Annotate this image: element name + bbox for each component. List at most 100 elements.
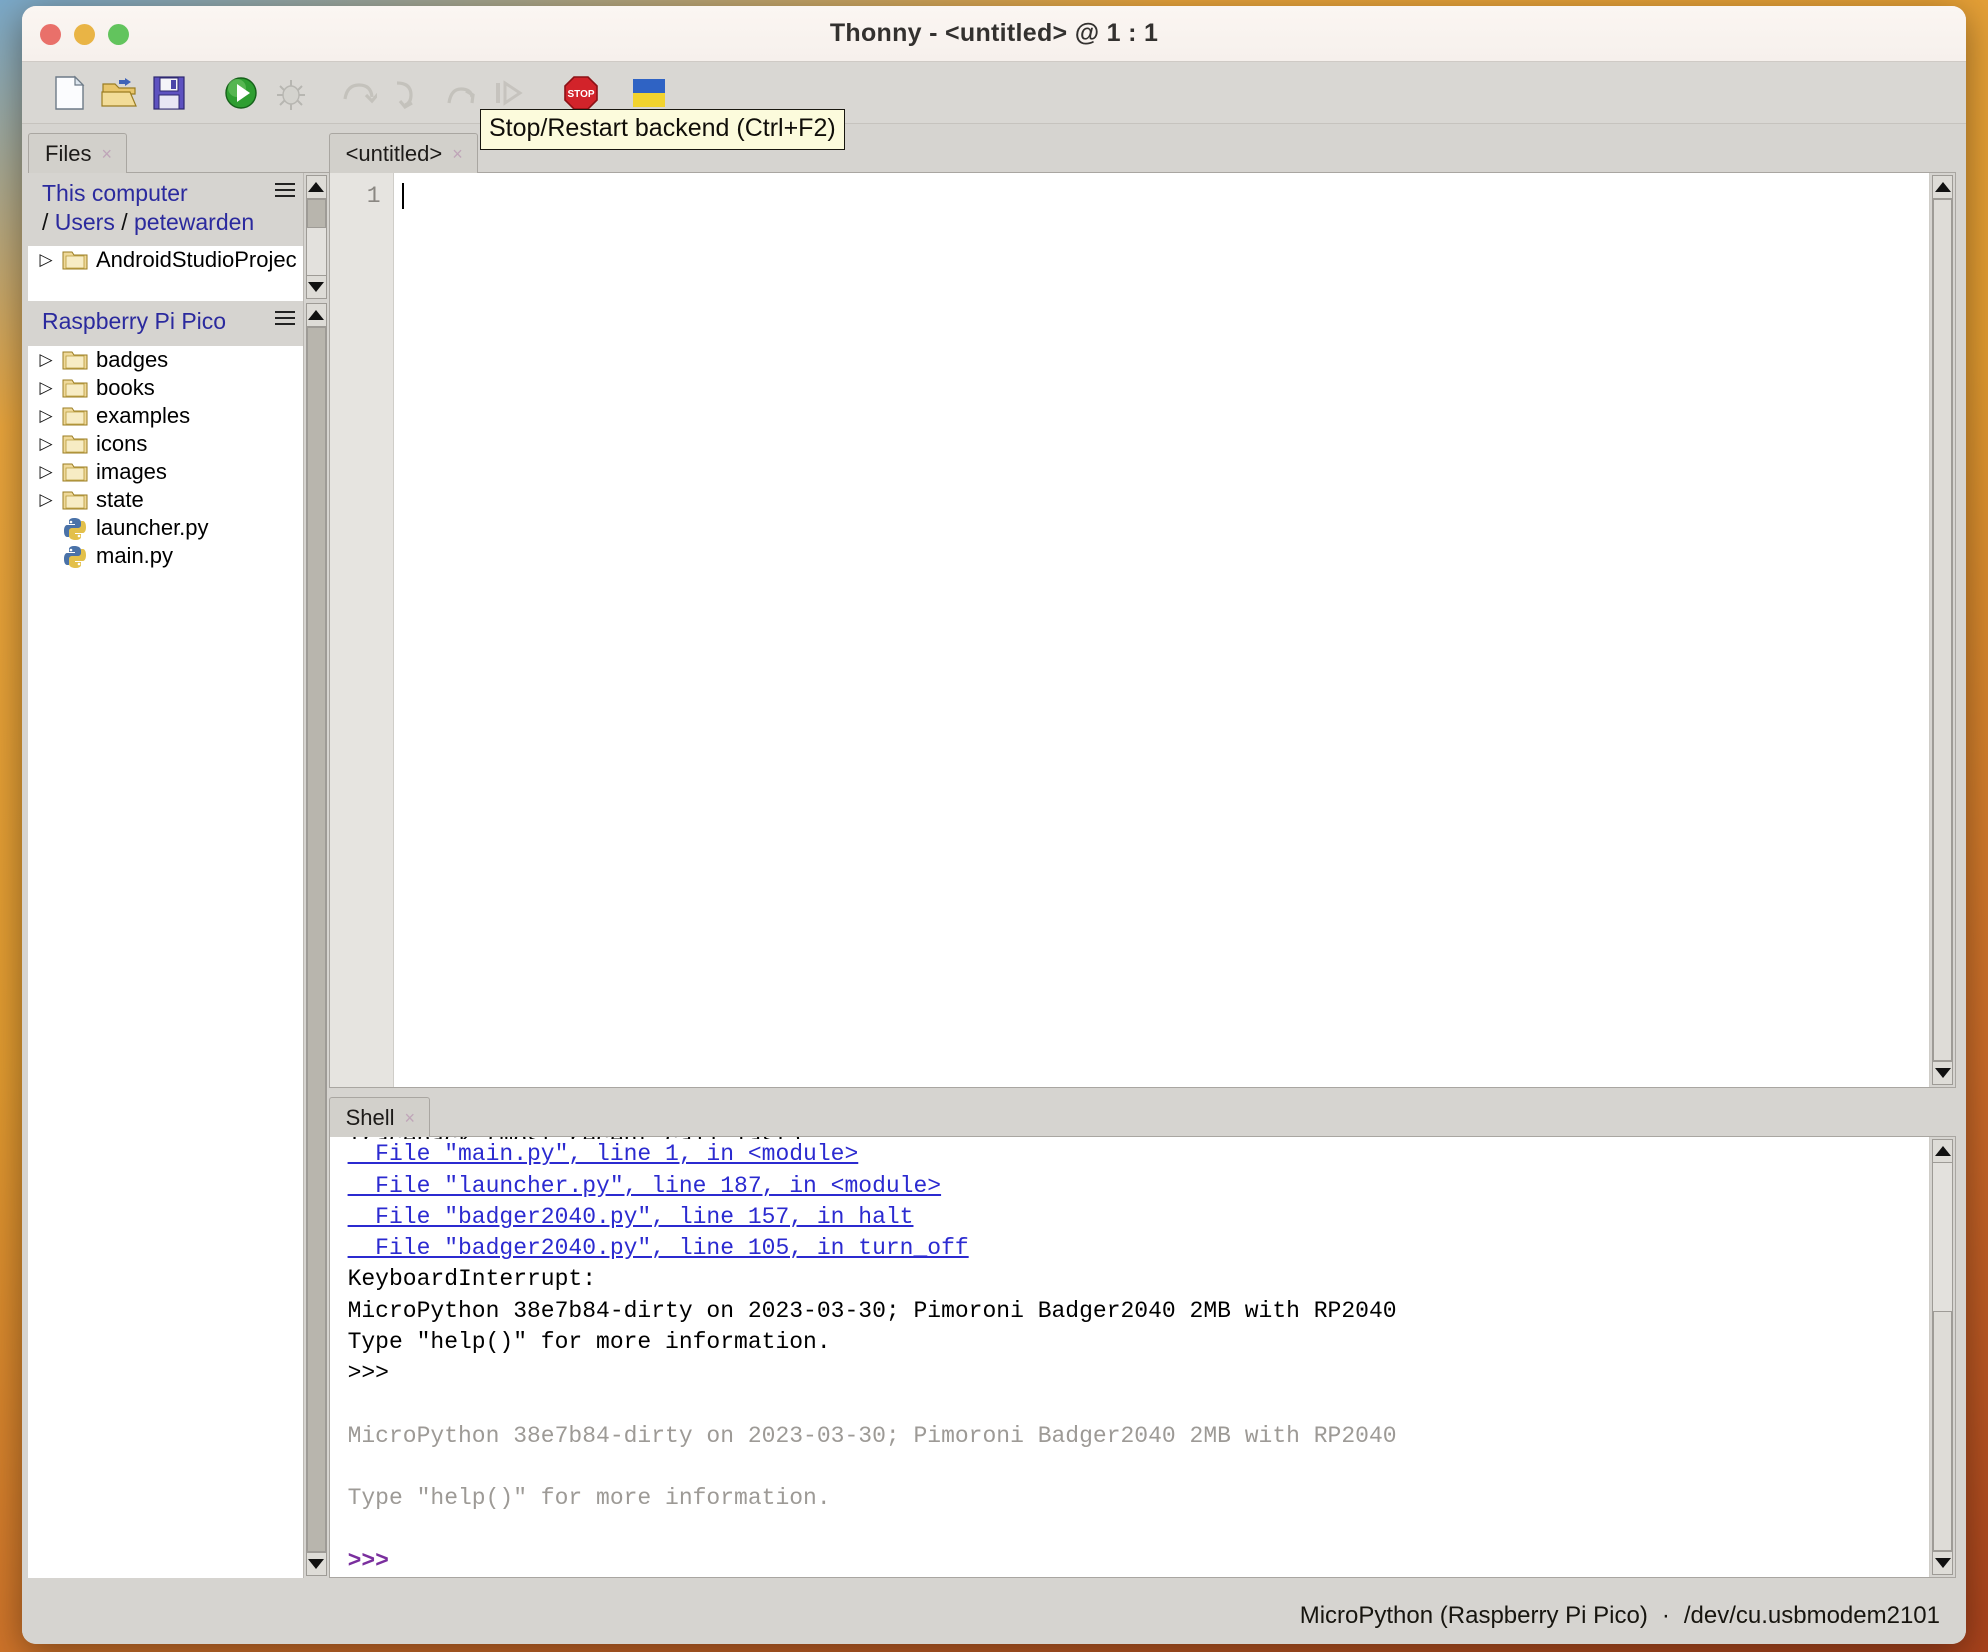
list-item[interactable]: ▷ images bbox=[28, 458, 303, 486]
path-part-petewarden[interactable]: petewarden bbox=[134, 209, 254, 235]
scroll-up-button[interactable] bbox=[1932, 1139, 1953, 1164]
shell-output[interactable]: Traceback (most recent call last): File … bbox=[329, 1137, 1929, 1577]
scroll-thumb[interactable] bbox=[1933, 199, 1952, 1062]
step-over-icon bbox=[343, 82, 377, 103]
list-item[interactable]: ▷ AndroidStudioProjec bbox=[28, 246, 303, 274]
editor-shell-pane: <untitled> × 1 Shell × File "main.py", l… bbox=[328, 124, 1966, 1588]
tab-shell[interactable]: Shell × bbox=[328, 1097, 431, 1138]
path-part-users[interactable]: Users bbox=[55, 209, 115, 235]
scroll-thumb[interactable] bbox=[1933, 1310, 1952, 1551]
tab-untitled-close-icon[interactable]: × bbox=[452, 144, 463, 165]
open-file-button[interactable] bbox=[94, 70, 144, 116]
editor-panel: <untitled> × 1 bbox=[328, 130, 1956, 1089]
tab-untitled[interactable]: <untitled> × bbox=[328, 133, 478, 173]
shell-line: KeyboardInterrupt: bbox=[347, 1266, 597, 1293]
list-item[interactable]: ▷ books bbox=[28, 374, 303, 402]
shell-line[interactable]: File "launcher.py", line 187, in <module… bbox=[348, 1171, 1929, 1202]
resume-icon bbox=[496, 79, 523, 106]
scroll-track[interactable] bbox=[305, 327, 327, 1552]
new-file-button[interactable] bbox=[44, 70, 94, 116]
shell-panel: Shell × Traceback (most recent call last… bbox=[328, 1096, 1956, 1578]
local-files-scrollbar[interactable] bbox=[302, 173, 329, 301]
list-item[interactable]: ▷ examples bbox=[28, 402, 303, 430]
local-menu-button[interactable] bbox=[274, 183, 295, 201]
device-title[interactable]: Raspberry Pi Pico bbox=[42, 307, 226, 336]
scroll-up-button[interactable] bbox=[1932, 175, 1953, 199]
step-out-icon bbox=[447, 86, 475, 103]
thonny-window: Thonny - <untitled> @ 1 : 1 STOP Files ×… bbox=[22, 6, 1966, 1644]
tab-files[interactable]: Files × bbox=[28, 133, 127, 173]
folder-icon bbox=[62, 461, 88, 483]
folder-icon bbox=[62, 489, 88, 511]
files-content: This computer / Users / petewarden ▷ And… bbox=[28, 172, 329, 1578]
expand-triangle-icon[interactable]: ▷ bbox=[38, 378, 54, 398]
tab-files-close-icon[interactable]: × bbox=[101, 144, 112, 165]
shell-scrollbar[interactable] bbox=[1929, 1137, 1955, 1577]
step-over-button[interactable] bbox=[334, 70, 384, 116]
debug-bug-icon bbox=[277, 79, 305, 110]
editor-text-area[interactable] bbox=[393, 173, 1929, 1088]
shell-line[interactable]: File "badger2040.py", line 105, in turn_… bbox=[348, 1233, 1929, 1264]
editor-gutter: 1 bbox=[329, 173, 394, 1088]
scroll-up-button[interactable] bbox=[305, 175, 327, 199]
minimize-button[interactable] bbox=[74, 24, 95, 45]
tab-untitled-label: <untitled> bbox=[345, 141, 443, 166]
expand-triangle-icon[interactable]: ▷ bbox=[38, 462, 54, 482]
list-item[interactable]: ▷ badges bbox=[28, 346, 303, 374]
local-title[interactable]: This computer bbox=[42, 179, 254, 208]
scroll-down-button[interactable] bbox=[305, 275, 327, 299]
scroll-down-button[interactable] bbox=[1932, 1551, 1953, 1575]
save-file-button[interactable] bbox=[144, 70, 194, 116]
device-menu-button[interactable] bbox=[274, 311, 295, 329]
device-files-scrollbar[interactable] bbox=[302, 301, 329, 1578]
list-item[interactable]: ▷ icons bbox=[28, 430, 303, 458]
expand-triangle-placeholder: ▷ bbox=[38, 546, 54, 566]
toolbar-tooltip: Stop/Restart backend (Ctrl+F2) bbox=[480, 109, 845, 150]
arrow-down-icon bbox=[308, 282, 325, 292]
scroll-track[interactable] bbox=[1932, 1163, 1953, 1551]
shell-line[interactable]: File "main.py", line 1, in <module> bbox=[348, 1139, 1929, 1170]
expand-triangle-icon[interactable]: ▷ bbox=[38, 350, 54, 370]
python-file-icon bbox=[62, 517, 88, 541]
expand-triangle-icon[interactable]: ▷ bbox=[38, 250, 54, 270]
close-button[interactable] bbox=[40, 24, 61, 45]
list-item-label: AndroidStudioProjec bbox=[96, 246, 297, 272]
local-files-inner: This computer / Users / petewarden ▷ And… bbox=[28, 173, 303, 301]
zoom-button[interactable] bbox=[108, 24, 129, 45]
step-out-button[interactable] bbox=[434, 70, 484, 116]
scroll-down-button[interactable] bbox=[305, 1552, 327, 1576]
device-files-header: Raspberry Pi Pico bbox=[28, 301, 303, 347]
tab-shell-close-icon[interactable]: × bbox=[405, 1108, 416, 1129]
stop-sign-icon: STOP bbox=[564, 75, 598, 110]
shell-line[interactable]: File "badger2040.py", line 157, in halt bbox=[348, 1202, 1929, 1233]
debug-script-button[interactable] bbox=[266, 70, 316, 116]
list-item[interactable]: ▷ state bbox=[28, 486, 303, 514]
shell-area: Traceback (most recent call last): File … bbox=[328, 1136, 1956, 1578]
list-item-label: main.py bbox=[96, 543, 174, 569]
folder-icon bbox=[62, 349, 88, 371]
expand-triangle-icon[interactable]: ▷ bbox=[38, 406, 54, 426]
scroll-track[interactable] bbox=[1932, 199, 1953, 1062]
shell-line: Type "help()" for more information. bbox=[347, 1328, 831, 1355]
local-files-header: This computer / Users / petewarden bbox=[28, 173, 303, 246]
expand-triangle-icon[interactable]: ▷ bbox=[38, 490, 54, 510]
expand-triangle-icon[interactable]: ▷ bbox=[38, 434, 54, 454]
shell-line: MicroPython 38e7b84-dirty on 2023-03-30;… bbox=[347, 1422, 1397, 1449]
list-item[interactable]: ▷ main.py bbox=[28, 542, 303, 570]
scroll-thumb[interactable] bbox=[306, 199, 326, 228]
scroll-thumb[interactable] bbox=[306, 327, 326, 1552]
step-into-button[interactable] bbox=[384, 70, 434, 116]
scroll-down-button[interactable] bbox=[1932, 1061, 1953, 1086]
scroll-up-button[interactable] bbox=[305, 303, 327, 327]
folder-icon bbox=[62, 249, 88, 271]
arrow-up-icon bbox=[1934, 182, 1951, 192]
editor-scrollbar[interactable] bbox=[1929, 173, 1955, 1088]
list-item[interactable]: ▷ launcher.py bbox=[28, 514, 303, 542]
run-script-button[interactable] bbox=[216, 70, 266, 116]
ukraine-flag-icon bbox=[633, 78, 665, 107]
path-sep-2: / bbox=[121, 209, 128, 236]
line-number: 1 bbox=[366, 183, 381, 209]
scroll-track[interactable] bbox=[305, 199, 327, 275]
